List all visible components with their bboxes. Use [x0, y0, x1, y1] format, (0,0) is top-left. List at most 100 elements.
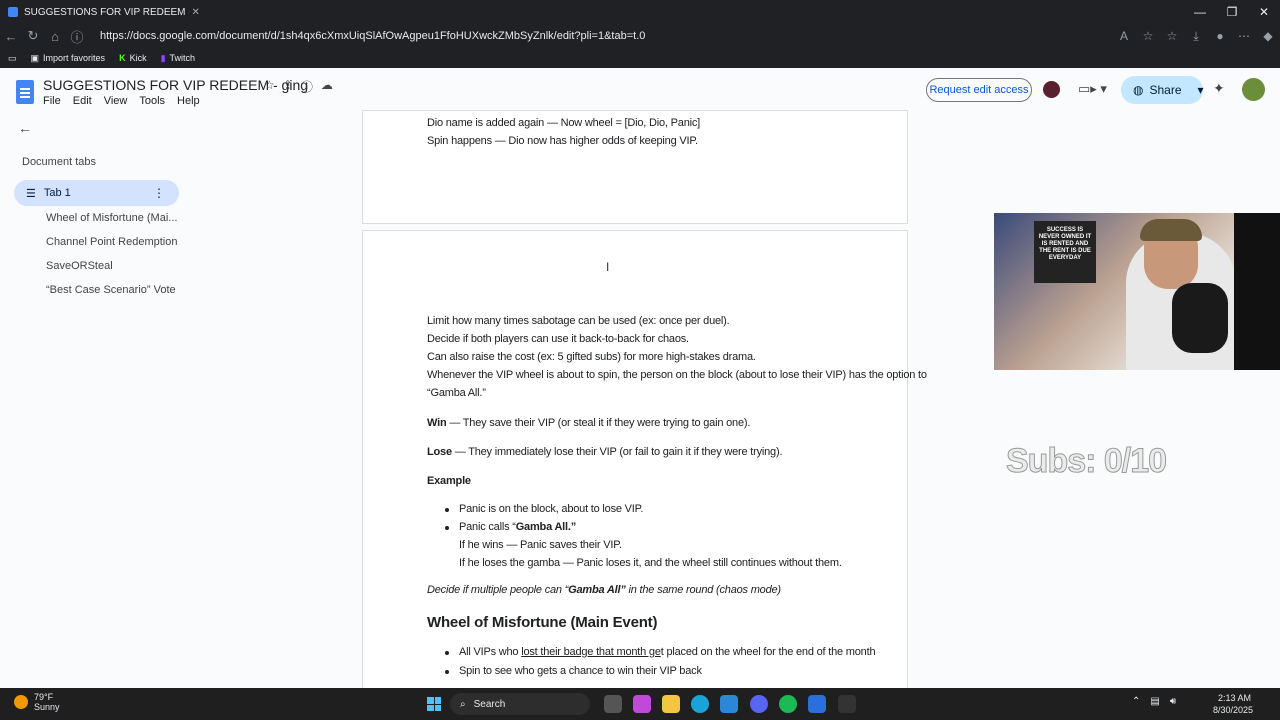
subs-counter: Subs: 0/10: [1005, 442, 1167, 481]
site-info-icon[interactable]: ⓘ: [66, 27, 88, 46]
browser-tab-title: SUGGESTIONS FOR VIP REDEEM: [24, 6, 186, 18]
meet-video-icon[interactable]: ▭▸ ▾: [1078, 81, 1107, 97]
menu-view[interactable]: View: [104, 95, 128, 107]
temperature: 79°F: [34, 692, 54, 702]
lose-text: — They immediately lose their VIP (or fa…: [451, 446, 783, 458]
list-item: Panic calls “Gamba All.”: [444, 521, 577, 533]
text-cursor-icon: I: [606, 260, 610, 274]
clock-date: 8/30/2025: [1213, 705, 1254, 715]
doc-line: “Gamba All.”: [427, 387, 486, 399]
task-view-icon[interactable]: [604, 695, 622, 713]
close-window-icon[interactable]: ✕: [1248, 5, 1280, 19]
doc-page-2[interactable]: Limit how many times sabotage can be use…: [362, 230, 927, 700]
taskbar-search[interactable]: ⌕ Search: [450, 693, 590, 715]
microphone: [1172, 283, 1228, 353]
request-edit-access-button[interactable]: Request edit access: [926, 78, 1032, 102]
taskbar-clock[interactable]: 2:13 AM 8/30/2025: [1213, 692, 1254, 716]
address-bar-row: ← ↻ ⌂ ⓘ https://docs.google.com/document…: [0, 24, 1280, 48]
doc-page-1[interactable]: Dio name is added again — Now wheel = [D…: [362, 110, 908, 224]
lose-label: Lose: [427, 446, 452, 458]
discord-icon[interactable]: [750, 695, 768, 713]
win-label: Win: [427, 417, 447, 429]
outline-item-best-case[interactable]: “Best Case Scenario” Vote: [46, 284, 176, 296]
windows-start-icon[interactable]: [427, 697, 441, 711]
tab-options-icon[interactable]: ⋮: [153, 186, 165, 200]
outline-item-wheel[interactable]: Wheel of Misfortune (Mai...: [46, 212, 177, 224]
gemini-spark-icon[interactable]: ✦: [1213, 80, 1225, 97]
menu-file[interactable]: File: [43, 95, 61, 107]
read-aloud-icon[interactable]: A: [1112, 29, 1136, 43]
epic-games-icon[interactable]: [838, 695, 856, 713]
more-menu-icon[interactable]: ⋯: [1232, 29, 1256, 43]
tab-favicon-icon: [8, 7, 18, 17]
back-nav-icon[interactable]: ←: [0, 29, 22, 44]
globe-icon: ◍: [1133, 83, 1144, 97]
webcam-overlay: SUCCESS IS NEVER OWNED IT IS RENTED AND …: [994, 213, 1280, 370]
star-icon[interactable]: ☆: [264, 78, 275, 95]
details-icon[interactable]: ⓘ: [301, 78, 313, 95]
wall-poster: SUCCESS IS NEVER OWNED IT IS RENTED AND …: [1034, 221, 1096, 283]
system-tray: ⌃ ▤ 🔊︎: [1132, 696, 1176, 707]
back-arrow-icon[interactable]: ←: [18, 120, 32, 136]
outline-item-channel-point[interactable]: Channel Point Redemption: [46, 236, 177, 248]
move-folder-icon[interactable]: ⇪: [283, 78, 293, 95]
italic-note: Decide if multiple people can “Gamba All…: [427, 584, 781, 596]
store-icon[interactable]: [720, 695, 738, 713]
title-icons: ☆ ⇪ ⓘ ☁: [264, 78, 333, 95]
browser-tab[interactable]: SUGGESTIONS FOR VIP REDEEM ✕: [0, 2, 208, 22]
edge-icon[interactable]: [691, 695, 709, 713]
cloud-status-icon[interactable]: ☁: [321, 78, 333, 95]
tab-1-item[interactable]: ☰ Tab 1 ⋮: [14, 180, 179, 206]
sun-icon: [14, 695, 28, 709]
streamer-cap: [1140, 219, 1202, 241]
favorites-icon[interactable]: ☆: [1160, 29, 1184, 43]
minimize-icon[interactable]: —: [1184, 5, 1216, 19]
tray-chevron-icon[interactable]: ⌃: [1132, 696, 1140, 707]
share-button[interactable]: ◍ Share ▾: [1121, 76, 1204, 104]
home-icon[interactable]: ⌂: [44, 29, 66, 44]
share-dropdown-icon[interactable]: ▾: [1198, 83, 1204, 97]
sidebar-toggle-icon[interactable]: ▭: [8, 53, 17, 64]
viewer-avatar[interactable]: [1041, 79, 1062, 100]
url-field[interactable]: https://docs.google.com/document/d/1sh4q…: [100, 30, 1112, 42]
list-subline: If he loses the gamba — Panic loses it, …: [459, 557, 842, 569]
download-icon[interactable]: ⤓: [1184, 29, 1208, 44]
account-avatar[interactable]: [1242, 78, 1265, 101]
bookmark-kick[interactable]: K Kick: [119, 53, 147, 63]
app-icon[interactable]: [808, 695, 826, 713]
copilot-icon[interactable]: ◆: [1256, 29, 1280, 43]
doc-line: Whenever the VIP wheel is about to spin,…: [427, 369, 927, 381]
win-line: Win — They save their VIP (or steal it i…: [427, 417, 750, 429]
volume-icon[interactable]: 🔊︎: [1170, 696, 1176, 707]
outline-item-saveorsteal[interactable]: SaveORSteal: [46, 260, 113, 272]
profile-icon[interactable]: ●: [1208, 29, 1232, 43]
share-label: Share: [1149, 83, 1182, 97]
network-icon[interactable]: ▤: [1150, 696, 1159, 707]
doc-line: Dio name is added again — Now wheel = [D…: [427, 117, 701, 129]
doc-line: Spin happens — Dio now has higher odds o…: [427, 135, 698, 147]
document-tabs-sidebar: ← Document tabs ☰ Tab 1 ⋮ Wheel of Misfo…: [0, 110, 360, 686]
copilot-app-icon[interactable]: [633, 695, 651, 713]
win-text: — They save their VIP (or steal it if th…: [446, 417, 751, 429]
menu-tools[interactable]: Tools: [139, 95, 165, 107]
favorite-star-icon[interactable]: ☆: [1136, 29, 1160, 43]
reload-icon[interactable]: ↻: [22, 28, 44, 44]
document-tabs-title: Document tabs: [22, 156, 96, 168]
twitch-icon: ▮: [160, 52, 166, 63]
docs-logo-icon[interactable]: [16, 80, 34, 104]
menu-help[interactable]: Help: [177, 95, 200, 107]
bookmark-import-favorites[interactable]: ▣ Import favorites: [31, 53, 106, 64]
kick-icon: K: [119, 53, 126, 63]
close-tab-icon[interactable]: ✕: [192, 7, 200, 18]
docs-app: SUGGESTIONS FOR VIP REDEEM - ging ☆ ⇪ ⓘ …: [0, 70, 1280, 700]
menu-edit[interactable]: Edit: [73, 95, 92, 107]
lose-line: Lose — They immediately lose their VIP (…: [427, 446, 782, 458]
window-controls: — ❐ ✕: [1184, 5, 1280, 19]
bookmark-twitch[interactable]: ▮ Twitch: [161, 53, 195, 64]
spotify-icon[interactable]: [779, 695, 797, 713]
tab-1-label: Tab 1: [43, 187, 71, 199]
maximize-icon[interactable]: ❐: [1216, 5, 1248, 19]
doc-line: Decide if both players can use it back-t…: [427, 333, 689, 345]
file-explorer-icon[interactable]: [662, 695, 680, 713]
weather-widget[interactable]: 79°F Sunny: [14, 692, 60, 712]
